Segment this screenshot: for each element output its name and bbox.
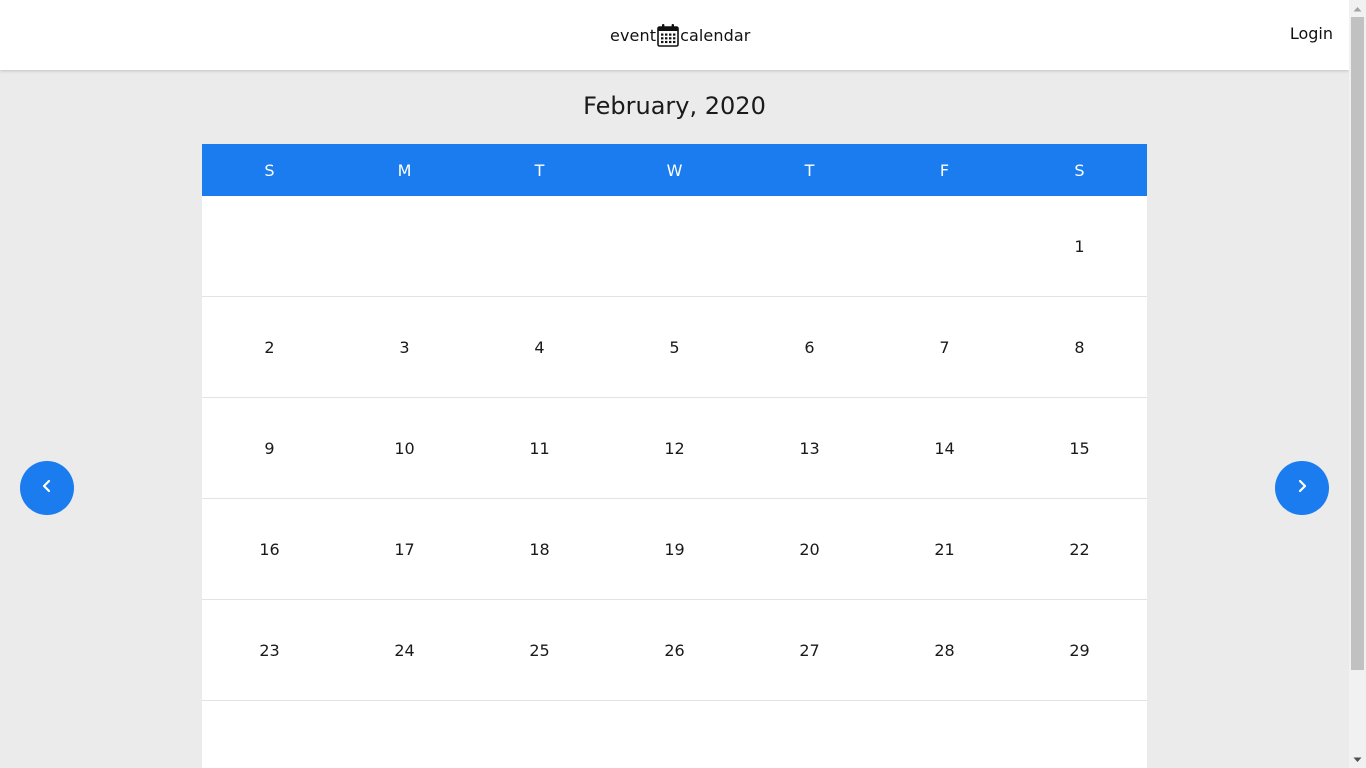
day-cell[interactable]: 27	[742, 600, 877, 700]
day-cell[interactable]: 13	[742, 398, 877, 498]
next-month-button[interactable]	[1275, 461, 1329, 515]
day-cell[interactable]	[1012, 701, 1147, 768]
day-cell[interactable]: 25	[472, 600, 607, 700]
day-cell[interactable]: 4	[472, 297, 607, 397]
login-link[interactable]: Login	[1290, 24, 1333, 43]
day-cell[interactable]	[337, 196, 472, 296]
day-cell[interactable]: 15	[1012, 398, 1147, 498]
scroll-up-arrow-icon[interactable]	[1349, 0, 1366, 17]
week-row	[202, 701, 1147, 768]
calendar-icon	[657, 23, 679, 47]
day-cell[interactable]	[337, 701, 472, 768]
day-cell[interactable]: 26	[607, 600, 742, 700]
day-cell[interactable]: 14	[877, 398, 1012, 498]
day-cell[interactable]: 16	[202, 499, 337, 599]
week-row: 16 17 18 19 20 21 22	[202, 499, 1147, 600]
week-row: 1	[202, 196, 1147, 297]
day-cell[interactable]: 20	[742, 499, 877, 599]
day-cell[interactable]	[472, 196, 607, 296]
top-header: event calendar Login	[0, 0, 1349, 70]
day-cell[interactable]: 24	[337, 600, 472, 700]
day-cell[interactable]: 8	[1012, 297, 1147, 397]
day-cell[interactable]	[877, 196, 1012, 296]
weekday-friday: F	[939, 160, 950, 180]
app-logo[interactable]: event calendar	[610, 22, 750, 48]
day-cell[interactable]: 11	[472, 398, 607, 498]
vertical-scrollbar[interactable]	[1349, 0, 1366, 768]
chevron-left-icon	[39, 478, 55, 498]
day-cell[interactable]: 7	[877, 297, 1012, 397]
day-cell[interactable]: 10	[337, 398, 472, 498]
day-cell[interactable]: 17	[337, 499, 472, 599]
previous-month-button[interactable]	[20, 461, 74, 515]
day-cell[interactable]: 12	[607, 398, 742, 498]
week-row: 23 24 25 26 27 28 29	[202, 600, 1147, 701]
logo-text-calendar: calendar	[680, 25, 751, 45]
calendar-grid: S M T W T F S 1 2 3 4 5 6 7 8 9 10 11 12…	[202, 144, 1147, 768]
weekday-thursday: T	[804, 160, 815, 180]
weekday-sunday: S	[264, 160, 275, 180]
weekday-wednesday: W	[666, 160, 683, 180]
day-cell[interactable]: 6	[742, 297, 877, 397]
month-title: February, 2020	[583, 92, 766, 120]
scrollbar-thumb[interactable]	[1351, 17, 1364, 670]
day-cell[interactable]: 3	[337, 297, 472, 397]
day-cell[interactable]	[742, 701, 877, 768]
page: event calendar Login February, 2020 S M …	[0, 0, 1366, 768]
day-cell[interactable]	[202, 196, 337, 296]
day-cell[interactable]: 19	[607, 499, 742, 599]
day-cell[interactable]	[607, 701, 742, 768]
day-cell[interactable]: 29	[1012, 600, 1147, 700]
weekday-saturday: S	[1074, 160, 1085, 180]
week-row: 2 3 4 5 6 7 8	[202, 297, 1147, 398]
day-cell[interactable]: 28	[877, 600, 1012, 700]
scroll-down-arrow-icon[interactable]	[1349, 751, 1366, 768]
day-cell[interactable]: 2	[202, 297, 337, 397]
day-cell[interactable]	[877, 701, 1012, 768]
day-cell[interactable]: 5	[607, 297, 742, 397]
day-cell[interactable]: 23	[202, 600, 337, 700]
logo-text-event: event	[610, 25, 657, 45]
day-cell[interactable]: 18	[472, 499, 607, 599]
day-cell[interactable]	[607, 196, 742, 296]
day-cell[interactable]: 22	[1012, 499, 1147, 599]
day-cell[interactable]	[472, 701, 607, 768]
day-cell[interactable]	[202, 701, 337, 768]
day-cell[interactable]	[742, 196, 877, 296]
weekday-tuesday: T	[534, 160, 545, 180]
weekday-header-row: S M T W T F S	[202, 144, 1147, 196]
chevron-right-icon	[1294, 478, 1310, 498]
day-cell[interactable]: 21	[877, 499, 1012, 599]
day-cell[interactable]: 9	[202, 398, 337, 498]
week-row: 9 10 11 12 13 14 15	[202, 398, 1147, 499]
day-cell[interactable]: 1	[1012, 196, 1147, 296]
weekday-monday: M	[397, 160, 412, 180]
